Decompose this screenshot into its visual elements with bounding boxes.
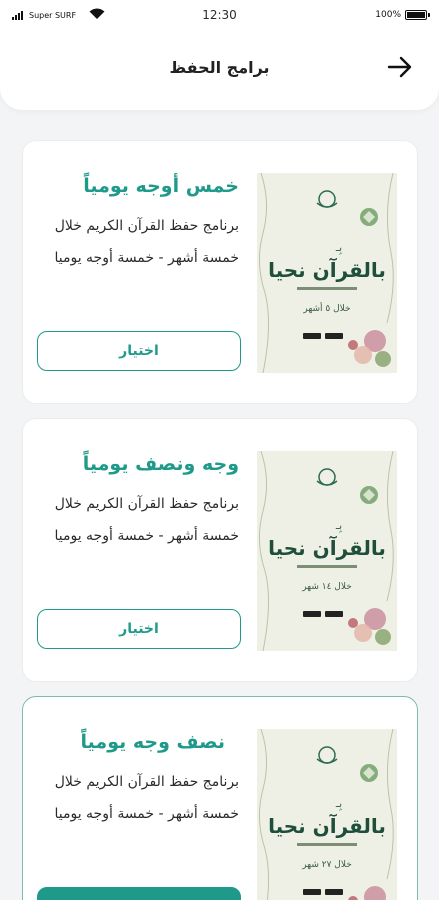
program-card-selected[interactable]: بِـ بالقرآن نحيا خلال ٢٧ شهر نصف وجه يوم… <box>22 696 418 900</box>
poster-duration: خلال ٢٧ شهر <box>301 860 352 870</box>
program-card[interactable]: بِـ بالقرآن نحيا خلال ١٤ شهر وجه ونصف يو… <box>22 418 418 682</box>
choose-button[interactable]: اختيار <box>37 331 241 371</box>
program-description: برنامج حفظ القرآن الكريم خلال خمسة أشهر … <box>54 217 239 266</box>
svg-text:بِـ: بِـ <box>335 797 343 811</box>
status-right: 100% <box>375 10 430 20</box>
status-left: Super SURF <box>12 10 77 20</box>
header: برامج الحفظ <box>0 30 439 110</box>
poster-heading: بالقرآن نحيا <box>268 535 386 560</box>
quran-poster-image: بِـ بالقرآن نحيا خلال ١٤ شهر <box>257 451 397 651</box>
back-button[interactable] <box>385 52 415 82</box>
arrow-right-icon <box>387 56 412 78</box>
quran-poster-image: بِـ بالقرآن نحيا خلال ٢٧ شهر <box>257 729 397 900</box>
program-description: برنامج حفظ القرآن الكريم خلال خمسة أشهر … <box>54 495 239 544</box>
battery-icon <box>405 10 430 20</box>
program-title: خمس أوجه يومياً <box>83 175 239 197</box>
poster-heading: بالقرآن نحيا <box>268 257 386 282</box>
poster-heading: بالقرآن نحيا <box>268 813 386 838</box>
status-bar: Super SURF 100% <box>0 0 439 30</box>
program-title: وجه ونصف يومياً <box>82 453 239 475</box>
program-title: نصف وجه يومياً <box>80 731 225 753</box>
battery-percent: 100% <box>375 10 401 20</box>
carrier-label: Super SURF <box>29 10 77 20</box>
signal-icon <box>12 10 23 20</box>
svg-text:بِـ: بِـ <box>335 241 343 255</box>
svg-text:بِـ: بِـ <box>335 519 343 533</box>
wifi-icon <box>89 8 105 19</box>
program-text: وجه ونصف يومياً برنامج حفظ القرآن الكريم… <box>43 451 239 552</box>
page-title: برامج الحفظ <box>169 58 270 77</box>
program-card[interactable]: بِـ بالقرآن نحيا خلال ٥ أشهر خمس أوجه يو… <box>22 140 418 404</box>
program-text: خمس أوجه يومياً برنامج حفظ القرآن الكريم… <box>43 173 239 274</box>
program-poster: بِـ بالقرآن نحيا خلال ٢٧ شهر <box>257 729 397 900</box>
choose-button[interactable]: اختيار <box>37 609 241 649</box>
program-poster: بِـ بالقرآن نحيا خلال ١٤ شهر <box>257 451 397 651</box>
poster-duration: خلال ١٤ شهر <box>301 582 352 592</box>
program-description: برنامج حفظ القرآن الكريم خلال خمسة أشهر … <box>54 773 239 822</box>
poster-duration: خلال ٥ أشهر <box>302 302 350 314</box>
program-text: نصف وجه يومياً برنامج حفظ القرآن الكريم … <box>43 729 239 830</box>
choose-button-selected[interactable] <box>37 887 241 900</box>
quran-poster-image: بِـ بالقرآن نحيا خلال ٥ أشهر <box>257 173 397 373</box>
program-poster: بِـ بالقرآن نحيا خلال ٥ أشهر <box>257 173 397 373</box>
